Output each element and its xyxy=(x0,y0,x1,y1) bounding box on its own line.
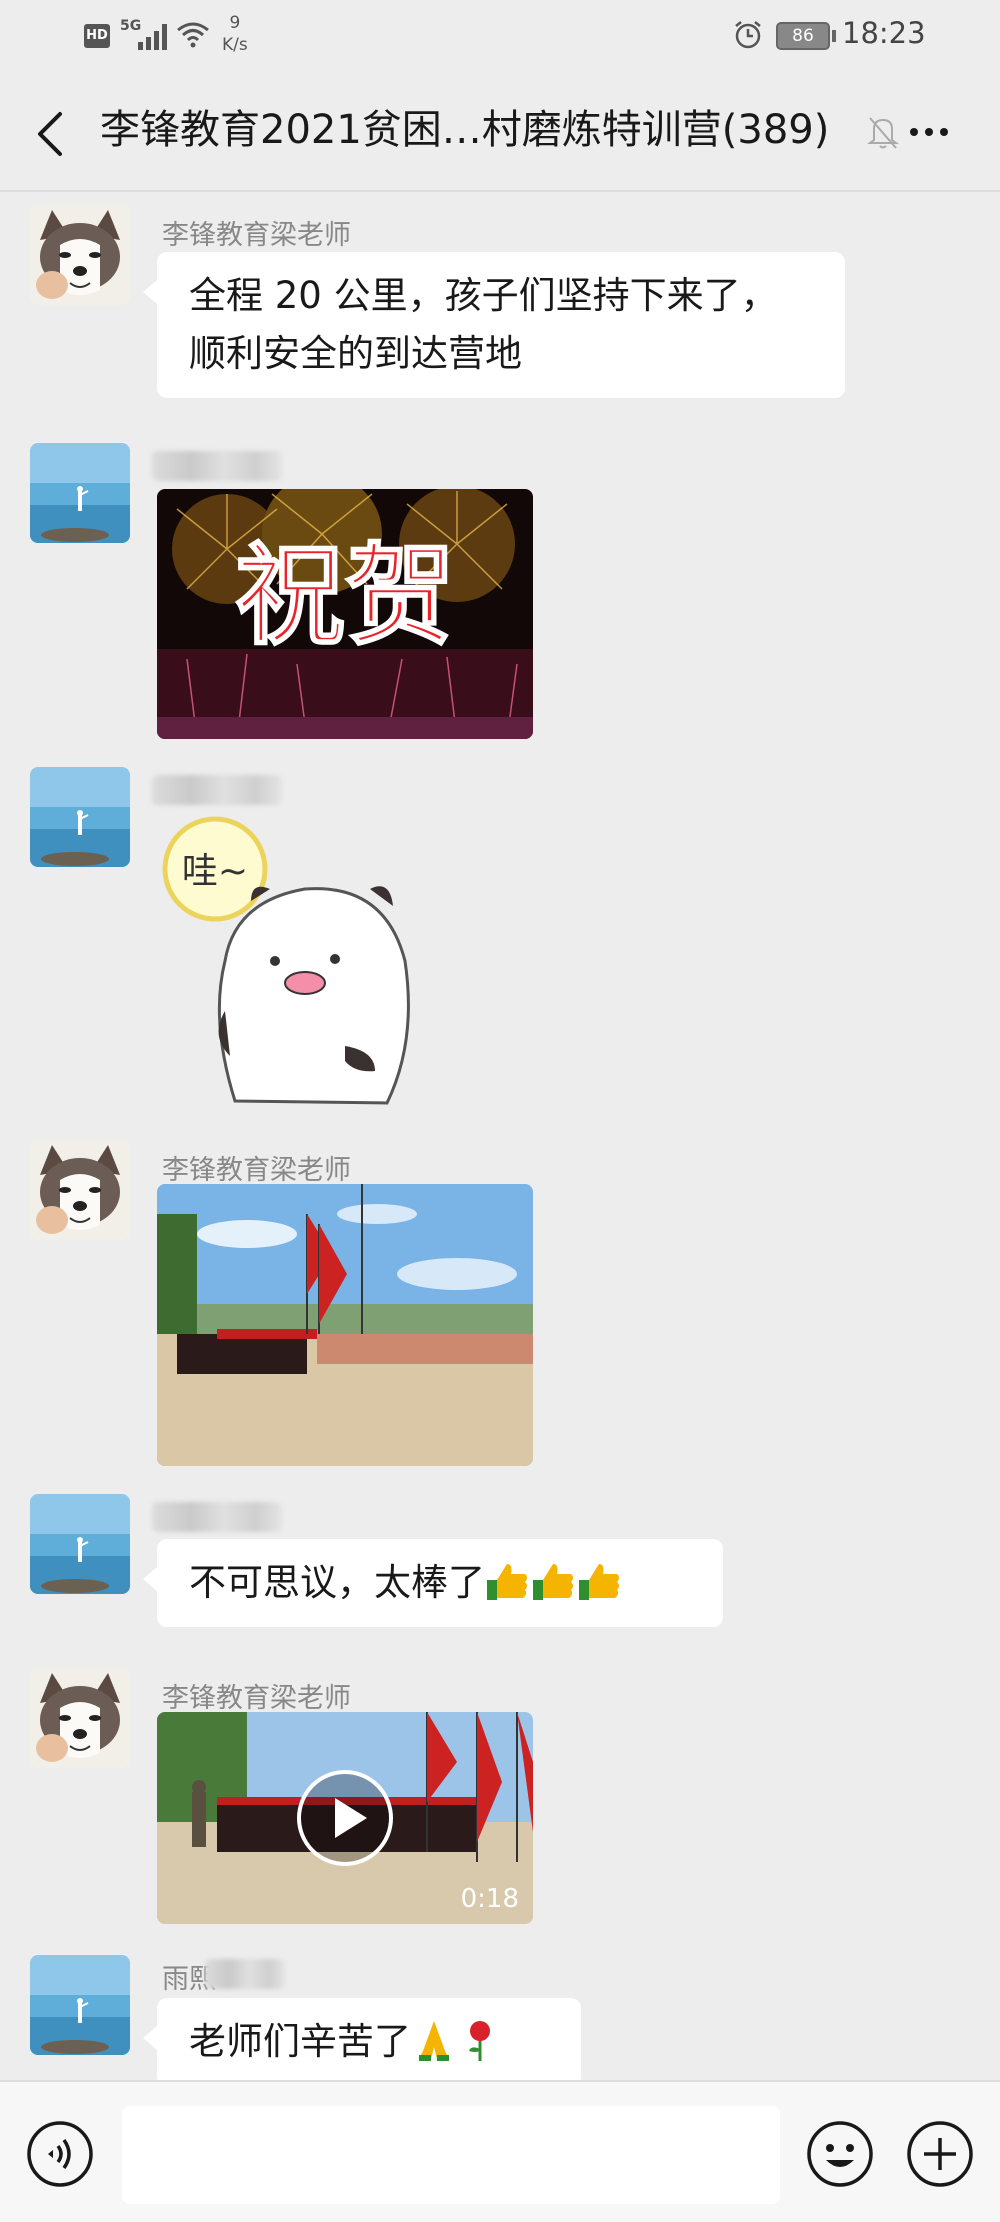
message-text: 不可思议，太棒了 xyxy=(189,1561,485,1604)
hd-badge: HD xyxy=(84,24,110,48)
avatar[interactable] xyxy=(30,767,130,867)
sender-name-blurred xyxy=(205,1959,285,1989)
battery-icon: 86 xyxy=(776,22,830,50)
sender-name-blurred xyxy=(152,451,282,481)
video-duration: 0:18 xyxy=(460,1884,519,1914)
avatar[interactable] xyxy=(30,443,130,543)
avatar[interactable] xyxy=(30,205,130,305)
header-divider xyxy=(0,190,1000,192)
message-text: 老师们辛苦了 xyxy=(189,2020,411,2063)
text-bubble[interactable]: 全程 20 公里，孩子们坚持下来了， 顺利安全的到达营地 xyxy=(143,252,845,398)
text-bubble[interactable]: 不可思议，太棒了 xyxy=(143,1539,723,1627)
sender-name-blurred xyxy=(152,1502,282,1532)
image-caption: 祝贺 xyxy=(235,531,455,660)
network-speed: 9 K/s xyxy=(222,13,248,55)
sticker-message[interactable]: 哇~ xyxy=(155,811,455,1111)
chat-title: 李锋教育2021贫困…村磨炼特训营(389) xyxy=(100,107,830,153)
mute-bell-icon xyxy=(867,117,899,149)
thumbs-up-icon xyxy=(579,1563,619,1600)
message-line: 全程 20 公里，孩子们坚持下来了， xyxy=(189,274,778,317)
sticker-caption: 哇~ xyxy=(182,851,248,892)
battery-tip xyxy=(832,30,836,42)
voice-icon[interactable] xyxy=(26,2120,94,2188)
thumbs-up-icon xyxy=(533,1563,573,1600)
input-bar xyxy=(0,2080,1000,2222)
more-dots-icon[interactable] xyxy=(904,112,954,152)
emoji-icon[interactable] xyxy=(806,2120,874,2188)
sender-name-blurred xyxy=(152,775,282,805)
video-message[interactable]: 0:18 xyxy=(157,1712,533,1924)
message-input[interactable] xyxy=(122,2106,780,2204)
status-bar: HD 5G 9 K/s 86 18:23 xyxy=(0,0,1000,72)
avatar[interactable] xyxy=(30,1668,130,1768)
sender-name: 李锋教育梁老师 xyxy=(162,220,351,251)
avatar[interactable] xyxy=(30,1494,130,1594)
plus-icon[interactable] xyxy=(906,2120,974,2188)
sender-name: 李锋教育梁老师 xyxy=(162,1155,351,1186)
play-icon[interactable] xyxy=(295,1768,395,1868)
signal-icon xyxy=(138,22,168,50)
sender-name: 李锋教育梁老师 xyxy=(162,1683,351,1714)
image-message[interactable]: 祝贺 xyxy=(157,489,533,739)
avatar[interactable] xyxy=(30,1140,130,1240)
avatar[interactable] xyxy=(30,1955,130,2055)
message-line: 顺利安全的到达营地 xyxy=(189,332,522,375)
back-arrow-icon[interactable] xyxy=(30,110,70,158)
image-message[interactable] xyxy=(157,1184,533,1466)
chat-header: 李锋教育2021贫困…村磨炼特训营(389) xyxy=(0,72,1000,192)
praying-hands-icon xyxy=(419,2020,449,2061)
clock: 18:23 xyxy=(842,16,926,50)
text-bubble[interactable]: 老师们辛苦了 xyxy=(143,1998,581,2086)
rose-icon xyxy=(469,2020,490,2061)
wifi-icon xyxy=(177,22,209,48)
alarm-icon xyxy=(735,21,761,49)
thumbs-up-icon xyxy=(487,1563,527,1600)
